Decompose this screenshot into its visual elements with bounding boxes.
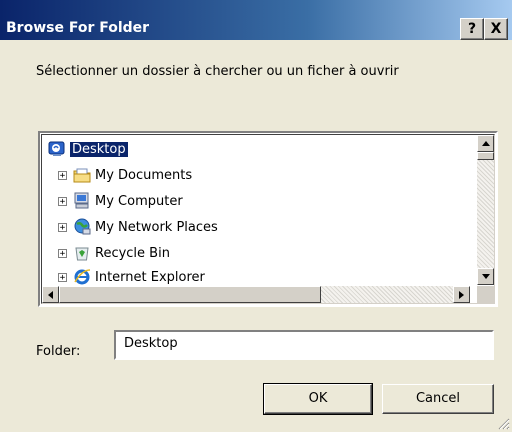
scroll-right-button[interactable] [453, 286, 470, 303]
instruction-text: Sélectionner un dossier à chercher ou un… [36, 64, 399, 79]
network-places-icon [73, 218, 91, 236]
internet-explorer-icon [73, 268, 91, 286]
ok-button[interactable]: OK [263, 383, 373, 415]
browse-for-folder-dialog: Browse For Folder ? X Sélectionner un do… [0, 0, 512, 432]
title-bar[interactable]: Browse For Folder ? X [0, 0, 512, 40]
arrow-right-icon [459, 290, 464, 299]
cancel-button[interactable]: Cancel [382, 384, 494, 414]
tree-item-my-network-places[interactable]: + My Network Places [58, 217, 218, 237]
expand-icon[interactable]: + [58, 222, 67, 232]
tree-item-label: My Computer [95, 193, 183, 209]
close-button[interactable]: X [484, 18, 508, 40]
vertical-scroll-thumb[interactable] [477, 152, 494, 160]
arrow-up-icon [481, 141, 490, 146]
folder-label: Folder: [36, 344, 81, 359]
expand-icon[interactable]: + [58, 196, 67, 206]
tree-item-label: My Documents [95, 167, 193, 183]
tree-item-desktop[interactable]: Desktop [48, 139, 129, 159]
scroll-up-button[interactable] [477, 135, 494, 152]
my-documents-icon [73, 166, 91, 184]
tree-item-my-documents[interactable]: + My Documents [58, 165, 192, 185]
horizontal-scroll-thumb[interactable] [59, 286, 321, 303]
arrow-left-icon [48, 290, 53, 299]
help-button[interactable]: ? [460, 18, 484, 40]
tree-item-my-computer[interactable]: + My Computer [58, 191, 183, 211]
resize-grip-icon[interactable] [496, 416, 510, 430]
expand-icon[interactable]: + [58, 170, 67, 180]
tree-item-label: My Network Places [95, 219, 218, 235]
tree-item-recycle-bin[interactable]: + Recycle Bin [58, 243, 170, 263]
folder-tree[interactable]: Desktop + My Documents + My Computer + M… [38, 131, 498, 307]
folder-input[interactable]: Desktop [114, 330, 494, 360]
horizontal-scrollbar[interactable] [42, 286, 470, 303]
tree-item-label: Internet Explorer [95, 269, 205, 285]
arrow-down-icon [481, 274, 490, 279]
tree-item-label: Desktop [69, 140, 129, 158]
dialog-title: Browse For Folder [6, 20, 150, 36]
expand-icon[interactable]: + [58, 248, 67, 258]
scroll-down-button[interactable] [477, 268, 494, 285]
my-computer-icon [73, 192, 91, 210]
vertical-scrollbar[interactable] [477, 135, 494, 285]
tree-item-label: Recycle Bin [95, 245, 170, 261]
recycle-bin-icon [73, 244, 91, 262]
tree-item-internet-explorer[interactable]: + Internet Explorer [58, 267, 205, 287]
desktop-icon [48, 140, 66, 158]
scroll-left-button[interactable] [42, 286, 59, 303]
expand-icon[interactable]: + [58, 272, 67, 282]
tree-rows: Desktop + My Documents + My Computer + M… [42, 135, 470, 285]
scrollbar-corner [477, 286, 494, 303]
